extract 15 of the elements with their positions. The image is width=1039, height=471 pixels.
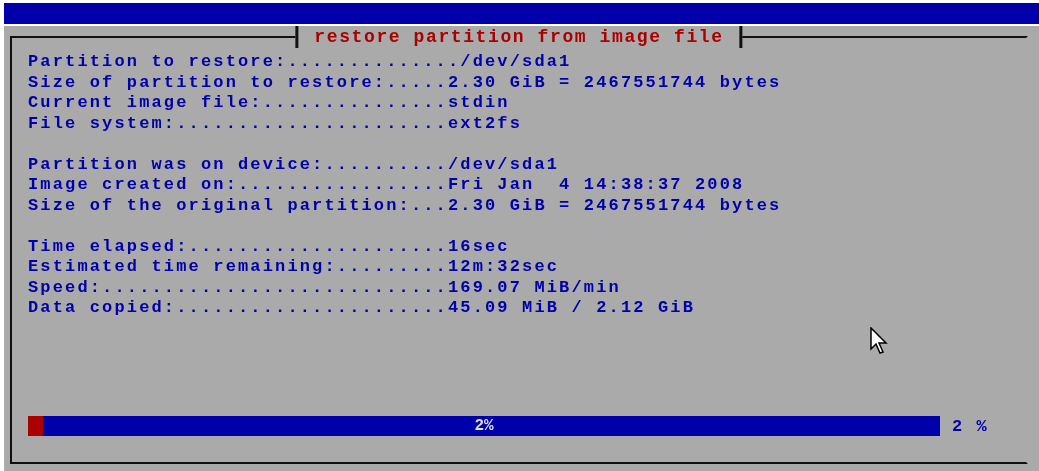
info-line: Speed:............................169.07 MiB/min (28, 277, 622, 298)
info-line: Current image file:...............stdin (28, 93, 511, 114)
info-line: Size of the original partition:...2.30 GiB = 2467551744 bytes (28, 195, 783, 216)
progress-label: 2% (474, 416, 494, 436)
dialog-title: restore partition from image file (295, 26, 743, 48)
mouse-pointer-icon (870, 327, 890, 355)
info-line: Image created on:.................Fri Jan 4 14:38:37 2008 (28, 175, 746, 196)
info-line: Partition was on device:........../dev/sda1 (28, 154, 561, 175)
info-line: Data copied:......................45.09 MiB / 2.12 GiB (28, 298, 696, 319)
info-line: File system:......................ext2fs (28, 113, 524, 134)
info-line: Partition to restore:............../dev/sda1 (28, 52, 573, 73)
info-line: Time elapsed:.....................16sec (28, 236, 511, 257)
info-line: Estimated time remaining:.........12m:32sec (28, 257, 561, 278)
progress-percent: 2 % (952, 416, 989, 436)
info-line: Size of partition to restore:.....2.30 GiB = 2467551744 bytes (28, 72, 783, 93)
